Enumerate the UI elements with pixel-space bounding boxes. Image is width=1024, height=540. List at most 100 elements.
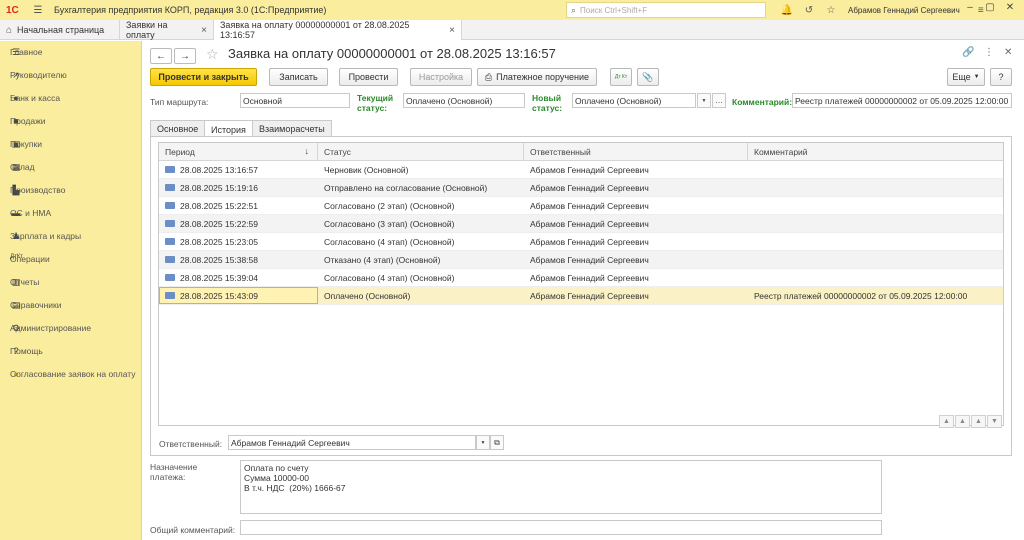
sidebar: ☰ Главное ↗ Руководителю ● Банк и касса ■ Пр… (0, 41, 142, 540)
sidebar-item-purchases[interactable]: ▣ Покупки (0, 133, 141, 156)
settings-button[interactable]: Настройка (410, 68, 472, 86)
scroll-down-icon[interactable]: ▲ (971, 415, 986, 428)
sidebar-item-catalogs[interactable]: ▤ Справочники (0, 294, 141, 317)
new-status-field[interactable]: Оплачено (Основной) (572, 93, 696, 108)
search-placeholder: Поиск Ctrl+Shift+F (580, 5, 648, 15)
column-header-status[interactable]: Статус (318, 143, 524, 160)
table-row[interactable]: 28.08.2025 15:22:59 Согласовано (3 этап)… (159, 215, 1003, 233)
sidebar-item-sales[interactable]: ■ Продажи (0, 110, 141, 133)
attachment-button[interactable]: 📎 (637, 68, 659, 86)
current-status-field[interactable]: Оплачено (Основной) (403, 93, 525, 108)
record-icon (165, 292, 175, 299)
open-tabs-bar: ⌂ Начальная страница Заявки на оплату × … (0, 20, 1024, 40)
sidebar-item-help[interactable]: ? Помощь (0, 340, 141, 363)
table-row[interactable]: 28.08.2025 15:19:16 Отправлено на соглас… (159, 179, 1003, 197)
sidebar-item-admin[interactable]: ⚙ Администрирование (0, 317, 141, 340)
comment-field[interactable]: Реестр платежей 00000000002 от 05.09.202… (792, 93, 1012, 108)
record-icon (165, 166, 175, 173)
new-status-select-button[interactable]: … (712, 93, 726, 108)
sidebar-item-salary[interactable]: ♟ Зарплата и кадры (0, 225, 141, 248)
arrow-right-icon: → (180, 50, 190, 62)
comment-label: Комментарий: (732, 97, 793, 107)
purpose-label: Назначение платежа: (150, 462, 198, 482)
minimize-icon[interactable]: – (960, 2, 980, 13)
table-row[interactable]: 28.08.2025 15:23:05 Согласовано (4 этап)… (159, 233, 1003, 251)
favorites-star-icon[interactable]: ☆ (824, 3, 838, 17)
maximize-icon[interactable]: ▢ (980, 2, 1000, 13)
sidebar-item-warehouse[interactable]: ▦ Склад (0, 156, 141, 179)
table-row[interactable]: 28.08.2025 15:38:58 Отказано (4 этап) (О… (159, 251, 1003, 269)
history-table: Период ↓ Статус Ответственный Комментарий… (158, 142, 1004, 426)
post-and-close-button[interactable]: Провести и закрыть (150, 68, 257, 86)
payment-order-button[interactable]: ⎙ Платежное поручение (477, 68, 597, 86)
sidebar-item-production[interactable]: ▙ Производство (0, 179, 141, 202)
close-window-icon[interactable]: ✕ (1000, 2, 1020, 13)
post-button[interactable]: Провести (339, 68, 398, 86)
responsible-field[interactable]: Абрамов Геннадий Сергеевич (228, 435, 476, 450)
close-icon[interactable]: × (449, 25, 455, 36)
table-row[interactable]: 28.08.2025 15:22:51 Согласовано (2 этап)… (159, 197, 1003, 215)
table-row[interactable]: 28.08.2025 13:16:57 Черновик (Основной) … (159, 161, 1003, 179)
close-form-icon[interactable]: ✕ (1004, 47, 1012, 58)
route-type-field[interactable]: Основной (240, 93, 350, 108)
general-comment-field[interactable] (240, 520, 882, 535)
save-button[interactable]: Записать (269, 68, 328, 86)
purpose-textarea[interactable]: Оплата по счету Сумма 10000-00 В т.ч. НД… (240, 460, 882, 514)
scroll-first-icon[interactable]: ▲ (939, 415, 954, 428)
column-header-period[interactable]: Период ↓ (159, 143, 318, 160)
sidebar-item-main[interactable]: ☰ Главное (0, 41, 141, 64)
history-icon[interactable]: ↺ (802, 3, 816, 17)
tab-label: Заявка на оплату 00000000001 от 28.08.20… (220, 20, 410, 40)
column-header-comment[interactable]: Комментарий (748, 143, 1003, 160)
tab-payment-requests[interactable]: Заявки на оплату × (120, 20, 214, 40)
help-button[interactable]: ? (990, 68, 1012, 86)
paperclip-icon: 📎 (642, 71, 654, 82)
search-input[interactable]: ⌕ Поиск Ctrl+Shift+F (566, 2, 766, 18)
sidebar-item-assets[interactable]: ▬ ОС и НМА (0, 202, 141, 225)
menu-icon[interactable]: ☰ (31, 3, 45, 17)
open-icon: ⧉ (494, 437, 500, 447)
close-icon[interactable]: × (201, 25, 207, 36)
dt-kt-button[interactable]: Дт Кт (610, 68, 632, 86)
home-icon: ⌂ (6, 24, 13, 36)
tab-payment-request-doc[interactable]: Заявка на оплату 00000000001 от 28.08.20… (214, 20, 462, 40)
more-vertical-icon[interactable]: ⋮ (984, 47, 994, 58)
tab-label: Заявки на оплату (126, 20, 168, 40)
sidebar-item-manager[interactable]: ↗ Руководителю (0, 64, 141, 87)
user-name[interactable]: Абрамов Геннадий Сергеевич (848, 6, 960, 15)
record-icon (165, 202, 175, 209)
sidebar-item-approval[interactable]: ● Согласование заявок на оплату (0, 363, 141, 403)
favorite-star-icon[interactable]: ☆ (206, 46, 219, 63)
more-button[interactable]: Еще ▼ (947, 68, 985, 86)
payment-order-label: Платежное поручение (496, 72, 590, 82)
tab-settlements[interactable]: Взаиморасчеты (252, 120, 332, 137)
table-row[interactable]: 28.08.2025 15:39:04 Согласовано (4 этап)… (159, 269, 1003, 287)
record-icon (165, 184, 175, 191)
sidebar-item-bank[interactable]: ● Банк и касса (0, 87, 141, 110)
scroll-last-icon[interactable]: ▼ (987, 415, 1002, 428)
back-button[interactable]: ← (150, 48, 172, 64)
forward-button[interactable]: → (174, 48, 196, 64)
link-icon[interactable]: 🔗 (962, 47, 974, 58)
tab-main[interactable]: Основное (150, 120, 206, 137)
more-label: Еще (952, 72, 971, 82)
column-header-responsible[interactable]: Ответственный (524, 143, 748, 160)
responsible-open-button[interactable]: ⧉ (490, 435, 504, 450)
sidebar-item-operations[interactable]: ДтКт Операции (0, 248, 141, 271)
sort-down-icon: ↓ (304, 146, 310, 156)
responsible-dropdown-button[interactable]: ▼ (476, 435, 490, 450)
printer-icon: ⎙ (484, 71, 493, 82)
chevron-down-icon: ▼ (973, 74, 980, 80)
record-icon (165, 256, 175, 263)
route-type-label: Тип маршрута: (150, 97, 209, 107)
tab-home-label: Начальная страница (17, 25, 105, 35)
table-row-selected[interactable]: 28.08.2025 15:43:09 Оплачено (Основной) … (159, 287, 1003, 305)
1c-logo: 1С (6, 4, 19, 16)
new-status-dropdown-button[interactable]: ▼ (697, 93, 711, 108)
bell-icon[interactable]: 🔔 (780, 3, 794, 17)
document-form: ← → ☆ Заявка на оплату 00000000001 от 28… (142, 41, 1024, 540)
table-scroll-buttons: ▲ ▲ ▲ ▼ (938, 415, 1002, 428)
sidebar-item-reports[interactable]: ▥ Отчеты (0, 271, 141, 294)
tab-home[interactable]: ⌂ Начальная страница (0, 20, 120, 40)
scroll-up-icon[interactable]: ▲ (955, 415, 970, 428)
